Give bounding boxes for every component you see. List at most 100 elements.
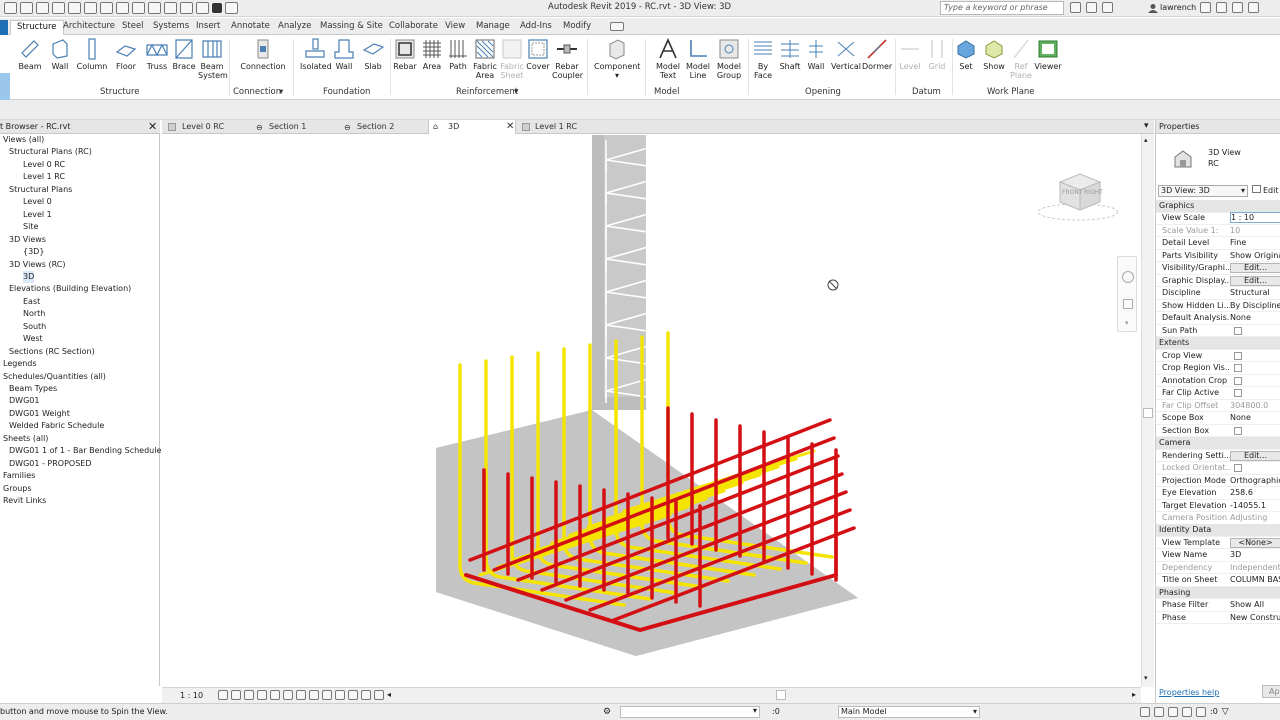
property-row[interactable]: View Name 3D	[1156, 549, 1280, 562]
property-checkbox[interactable]	[1234, 464, 1242, 473]
browser-item[interactable]: Level 0	[23, 196, 52, 208]
view-cube-right[interactable]: RIGHT	[1084, 189, 1103, 196]
tab-massing-site[interactable]: Massing & Site	[320, 20, 383, 35]
browser-item[interactable]: DWG01 1 of 1 - Bar Bending Schedule	[9, 445, 161, 457]
model-line-button[interactable]: Model Line	[684, 38, 712, 80]
rebar-button[interactable]: Rebar	[393, 38, 417, 71]
property-edit-button[interactable]: Edit...	[1230, 263, 1280, 274]
type-selector[interactable]: 3D View: 3D ▾	[1158, 185, 1248, 197]
slab-button[interactable]: Slab	[361, 38, 385, 71]
column-button[interactable]: Column	[76, 38, 108, 71]
dimension-icon[interactable]	[116, 2, 129, 14]
text-icon[interactable]	[148, 2, 161, 14]
close-icon[interactable]: ✕	[148, 120, 157, 133]
rebar-coupler-button[interactable]: Rebar Coupler	[552, 38, 583, 80]
dormer-button[interactable]: Dormer	[862, 38, 892, 71]
tab-analyze[interactable]: Analyze	[278, 20, 312, 35]
tab-level-1-rc[interactable]: Level 1 RC	[518, 120, 604, 134]
model-group-button[interactable]: Model Group	[714, 38, 744, 80]
property-value[interactable]: By Discipline	[1230, 300, 1280, 312]
browser-item[interactable]: DWG01	[9, 395, 39, 407]
tab-structure[interactable]: Structure	[10, 20, 64, 35]
browser-item[interactable]: East	[23, 296, 40, 308]
save-icon[interactable]	[20, 2, 33, 14]
browser-item[interactable]: 3D	[23, 270, 35, 283]
property-checkbox[interactable]	[1234, 351, 1242, 360]
property-value[interactable]: Fine	[1230, 237, 1280, 249]
property-checkbox[interactable]	[1234, 376, 1242, 385]
property-row[interactable]: Rendering Setti... Edit...	[1156, 450, 1280, 463]
star-icon[interactable]	[1102, 2, 1113, 13]
browser-item[interactable]: 3D Views	[9, 234, 46, 246]
property-group[interactable]: Graphics	[1156, 200, 1280, 213]
property-checkbox[interactable]	[1234, 426, 1242, 435]
property-row[interactable]: Target Elevation -14055.1	[1156, 500, 1280, 513]
switch-windows-icon[interactable]	[225, 2, 238, 14]
file-tab[interactable]	[0, 20, 8, 35]
panel-label-reinforcement[interactable]: Reinforcement	[456, 87, 518, 97]
property-value[interactable]: Structural	[1230, 287, 1280, 299]
scroll-up-icon[interactable]: ▴	[1144, 136, 1148, 144]
wall-button[interactable]: Wall	[48, 38, 72, 71]
property-edit-button[interactable]: Edit...	[1230, 275, 1280, 286]
beam-button[interactable]: Beam	[18, 38, 42, 71]
constraints-icon[interactable]	[374, 690, 384, 700]
browser-item[interactable]: Schedules/Quantities (all)	[3, 371, 106, 383]
tab-view[interactable]: View	[445, 20, 465, 35]
tab-collaborate[interactable]: Collaborate	[389, 20, 438, 35]
3d-view-canvas[interactable]: FRONT RIGHT ▾	[162, 134, 1141, 687]
section-icon[interactable]	[180, 2, 193, 14]
zoom-icon[interactable]	[1123, 299, 1133, 309]
undo-icon[interactable]	[52, 2, 65, 14]
shadows-icon[interactable]	[257, 690, 267, 700]
scroll-thumb[interactable]	[1143, 408, 1153, 418]
browser-item[interactable]: Sheets (all)	[3, 433, 48, 445]
isolated-button[interactable]: Isolated	[300, 38, 332, 71]
close-hidden-icon[interactable]	[212, 3, 222, 13]
browser-item[interactable]: Structural Plans (RC)	[9, 146, 92, 158]
property-group[interactable]: Identity Data	[1156, 524, 1280, 537]
property-row[interactable]: Discipline Structural	[1156, 287, 1280, 300]
view-scale[interactable]: 1 : 10	[180, 691, 203, 700]
component-button[interactable]: Component ▾	[594, 38, 640, 80]
help-icon[interactable]	[1216, 2, 1227, 13]
reveal-hidden-icon[interactable]	[335, 690, 345, 700]
view-cube[interactable]: FRONT RIGHT	[1032, 170, 1122, 222]
property-row[interactable]: Section Box	[1156, 425, 1280, 438]
open-icon[interactable]	[4, 2, 17, 14]
tab-architecture[interactable]: Architecture	[63, 20, 115, 35]
redo-icon[interactable]	[68, 2, 81, 14]
browser-item[interactable]: Beam Types	[9, 383, 57, 395]
floor-button[interactable]: Floor	[114, 38, 138, 71]
property-value[interactable]: -14055.1	[1230, 500, 1280, 512]
property-row[interactable]: View Template <None>	[1156, 537, 1280, 550]
fabric-area-button[interactable]: Fabric Area	[472, 38, 498, 80]
browser-item[interactable]: Welded Fabric Schedule	[9, 420, 104, 432]
print-icon[interactable]	[84, 2, 97, 14]
binoculars-icon[interactable]	[1070, 2, 1081, 13]
select-underlay-icon[interactable]	[1154, 707, 1164, 717]
browser-item[interactable]: Families	[3, 470, 35, 482]
tab-level-0-rc[interactable]: Level 0 RC	[164, 120, 250, 134]
property-row[interactable]: Crop View	[1156, 350, 1280, 363]
property-row[interactable]: Projection Mode Orthographic	[1156, 475, 1280, 488]
browser-item[interactable]: Level 1	[23, 209, 52, 221]
property-row[interactable]: Far Clip Offset 304800.0	[1156, 400, 1280, 413]
measure-icon[interactable]	[100, 2, 113, 14]
property-value[interactable]: COLUMN BASE	[1230, 574, 1280, 586]
analytical-model-icon[interactable]	[348, 690, 358, 700]
browser-item[interactable]: Revit Links	[3, 495, 46, 507]
property-row[interactable]: Dependency Independent	[1156, 562, 1280, 575]
browser-item[interactable]: {3D}	[23, 246, 44, 258]
crop-view-icon[interactable]	[283, 690, 293, 700]
property-row[interactable]: Locked Orientat...	[1156, 462, 1280, 475]
select-pinned-icon[interactable]	[1168, 707, 1178, 717]
vertical-scrollbar[interactable]: ▴ ▾	[1141, 134, 1154, 687]
browser-item[interactable]: North	[23, 308, 45, 320]
property-row[interactable]: Phase New Construction	[1156, 612, 1280, 625]
property-value[interactable]: Adjusting	[1230, 512, 1280, 524]
property-row[interactable]: Title on Sheet COLUMN BASE	[1156, 574, 1280, 587]
cart-icon[interactable]	[1200, 2, 1211, 13]
browser-item[interactable]: West	[23, 333, 43, 345]
property-value[interactable]: 258.6	[1230, 487, 1280, 499]
